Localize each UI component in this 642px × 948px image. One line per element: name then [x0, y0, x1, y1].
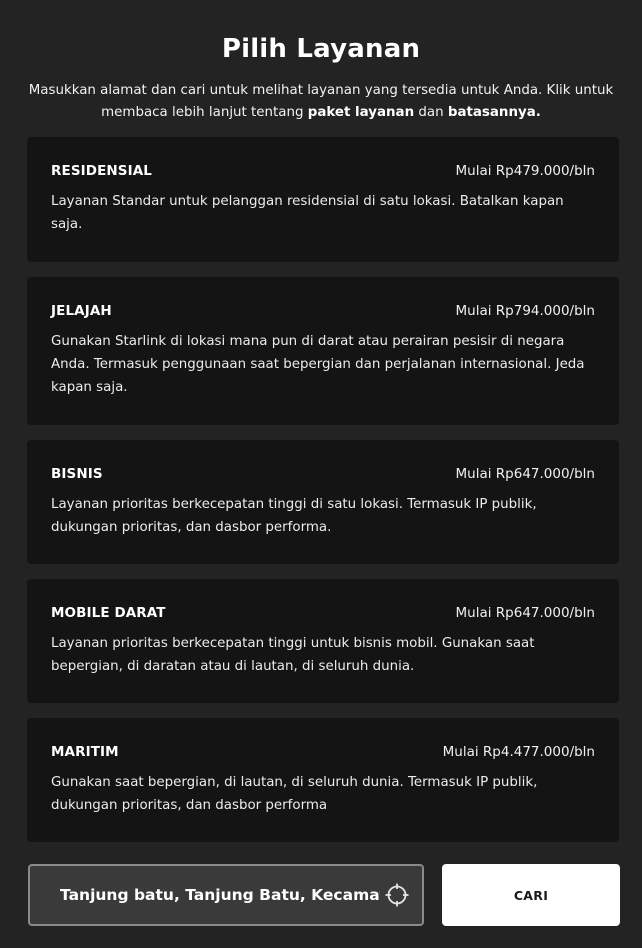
intro-text: Masukkan alamat dan cari untuk melihat l… [28, 80, 614, 124]
plan-description: Gunakan Starlink di lokasi mana pun di d… [51, 334, 585, 395]
plan-price: Mulai Rp647.000/bln [455, 466, 595, 482]
plan-price: Mulai Rp479.000/bln [455, 163, 595, 179]
limitations-link[interactable]: batasannya. [448, 105, 541, 120]
plan-card-header: BISNIS Mulai Rp647.000/bln [51, 466, 595, 488]
plan-card-maritim[interactable]: MARITIM Mulai Rp4.477.000/bln Gunakan sa… [27, 718, 619, 842]
address-search-box[interactable] [28, 864, 424, 926]
page-title: Pilih Layanan [221, 34, 421, 64]
intro-text-mid: dan [414, 105, 448, 120]
plan-card-header: RESIDENSIAL Mulai Rp479.000/bln [51, 163, 595, 185]
plan-name: MOBILE DARAT [51, 605, 166, 621]
plan-card-jelajah[interactable]: JELAJAH Mulai Rp794.000/bln Gunakan Star… [27, 277, 619, 425]
plan-price: Mulai Rp4.477.000/bln [442, 744, 595, 760]
plan-price: Mulai Rp794.000/bln [455, 303, 595, 319]
plan-name: RESIDENSIAL [51, 163, 152, 179]
service-plans-link[interactable]: paket layanan [308, 105, 414, 120]
plan-description: Layanan prioritas berkecepatan tinggi un… [51, 636, 535, 674]
plan-card-mobile-darat[interactable]: MOBILE DARAT Mulai Rp647.000/bln Layanan… [27, 579, 619, 703]
plan-name: JELAJAH [51, 303, 112, 319]
plan-card-header: MARITIM Mulai Rp4.477.000/bln [51, 744, 595, 766]
plan-description: Layanan Standar untuk pelanggan residens… [51, 194, 564, 232]
plan-name: MARITIM [51, 744, 119, 760]
plan-card-header: JELAJAH Mulai Rp794.000/bln [51, 303, 595, 325]
plan-card-header: MOBILE DARAT Mulai Rp647.000/bln [51, 605, 595, 627]
plan-price: Mulai Rp647.000/bln [455, 605, 595, 621]
locate-crosshair-icon[interactable] [384, 882, 410, 908]
plan-card-residensial[interactable]: RESIDENSIAL Mulai Rp479.000/bln Layanan … [27, 137, 619, 262]
plan-card-bisnis[interactable]: BISNIS Mulai Rp647.000/bln Layanan prior… [27, 440, 619, 564]
address-input[interactable] [60, 886, 380, 904]
plan-name: BISNIS [51, 466, 103, 482]
search-button[interactable]: CARI [442, 864, 620, 926]
plan-description: Layanan prioritas berkecepatan tinggi di… [51, 497, 537, 535]
plan-description: Gunakan saat bepergian, di lautan, di se… [51, 775, 538, 813]
service-selection-page: Pilih Layanan Masukkan alamat dan cari u… [0, 0, 642, 948]
